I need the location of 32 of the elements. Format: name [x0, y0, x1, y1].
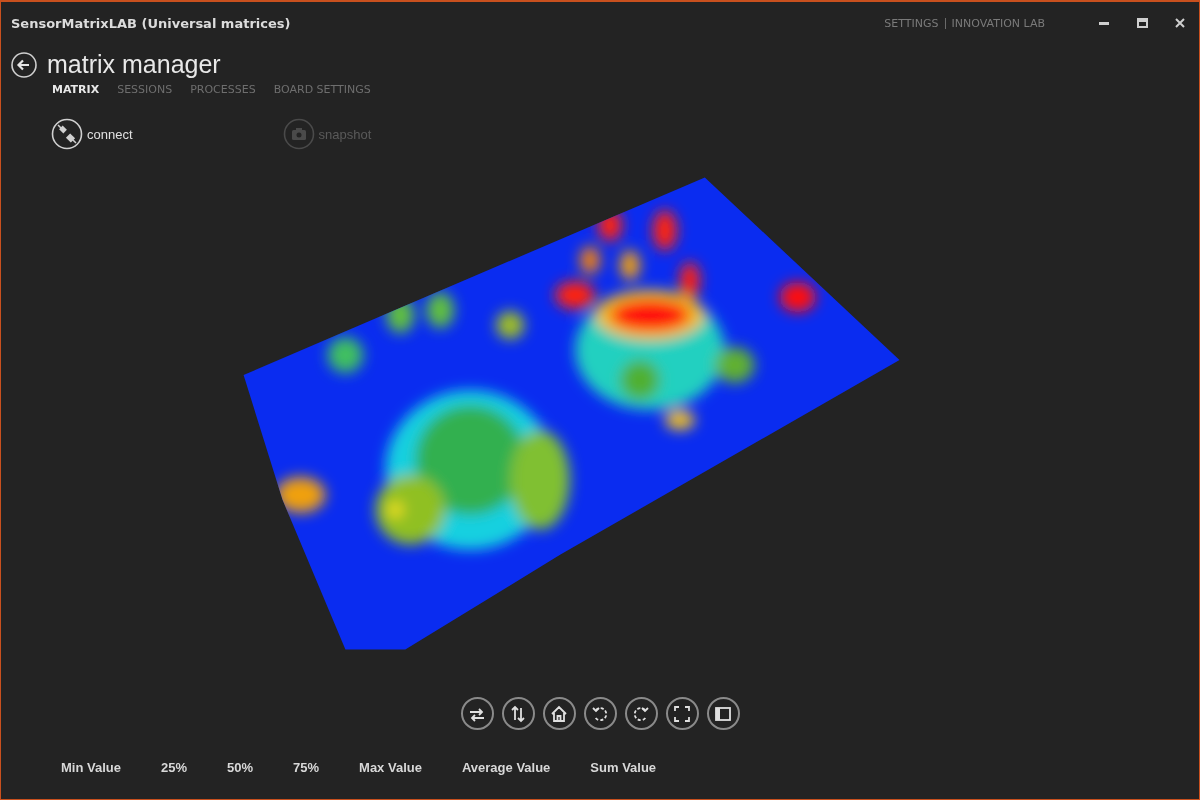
view-tool-button[interactable] — [583, 697, 617, 730]
tab[interactable]: SESSIONS — [117, 83, 173, 96]
view-tool-button[interactable] — [460, 697, 494, 730]
back-button[interactable] — [11, 51, 37, 78]
view-tool-button[interactable] — [501, 697, 535, 730]
connect-button[interactable]: connect — [51, 118, 133, 150]
back-icon — [11, 51, 37, 78]
view-tool-button[interactable] — [665, 697, 699, 730]
view-tool-button[interactable] — [624, 697, 658, 730]
stat-label: 25% — [160, 760, 187, 775]
maximize-icon — [1136, 18, 1148, 28]
view-tool-button[interactable] — [542, 697, 576, 730]
camera-icon — [282, 118, 315, 150]
plug-icon — [51, 118, 83, 150]
tab[interactable]: PROCESSES — [190, 83, 256, 96]
home-icon — [549, 703, 569, 724]
tab[interactable]: MATRIX — [52, 83, 100, 96]
stat-label: Min Value — [61, 760, 121, 775]
header-link[interactable]: INNOVATION LAB — [951, 16, 1045, 30]
view-tool-button[interactable] — [706, 697, 740, 730]
page-title: matrix manager — [47, 50, 221, 79]
stat-label: Max Value — [359, 760, 422, 775]
fit-screen-icon — [672, 703, 692, 724]
close-icon — [1175, 18, 1185, 28]
stat-label: Average Value — [461, 760, 551, 775]
tab[interactable]: BOARD SETTINGS — [273, 83, 371, 96]
minimize-icon — [1099, 21, 1109, 25]
stat-label: 50% — [227, 760, 254, 775]
stat-label: 75% — [293, 760, 320, 775]
header-link[interactable]: SETTINGS — [884, 16, 939, 30]
stat-label: Sum Value — [590, 760, 657, 775]
window-title: SensorMatrixLAB (Universal matrices) — [11, 15, 291, 31]
